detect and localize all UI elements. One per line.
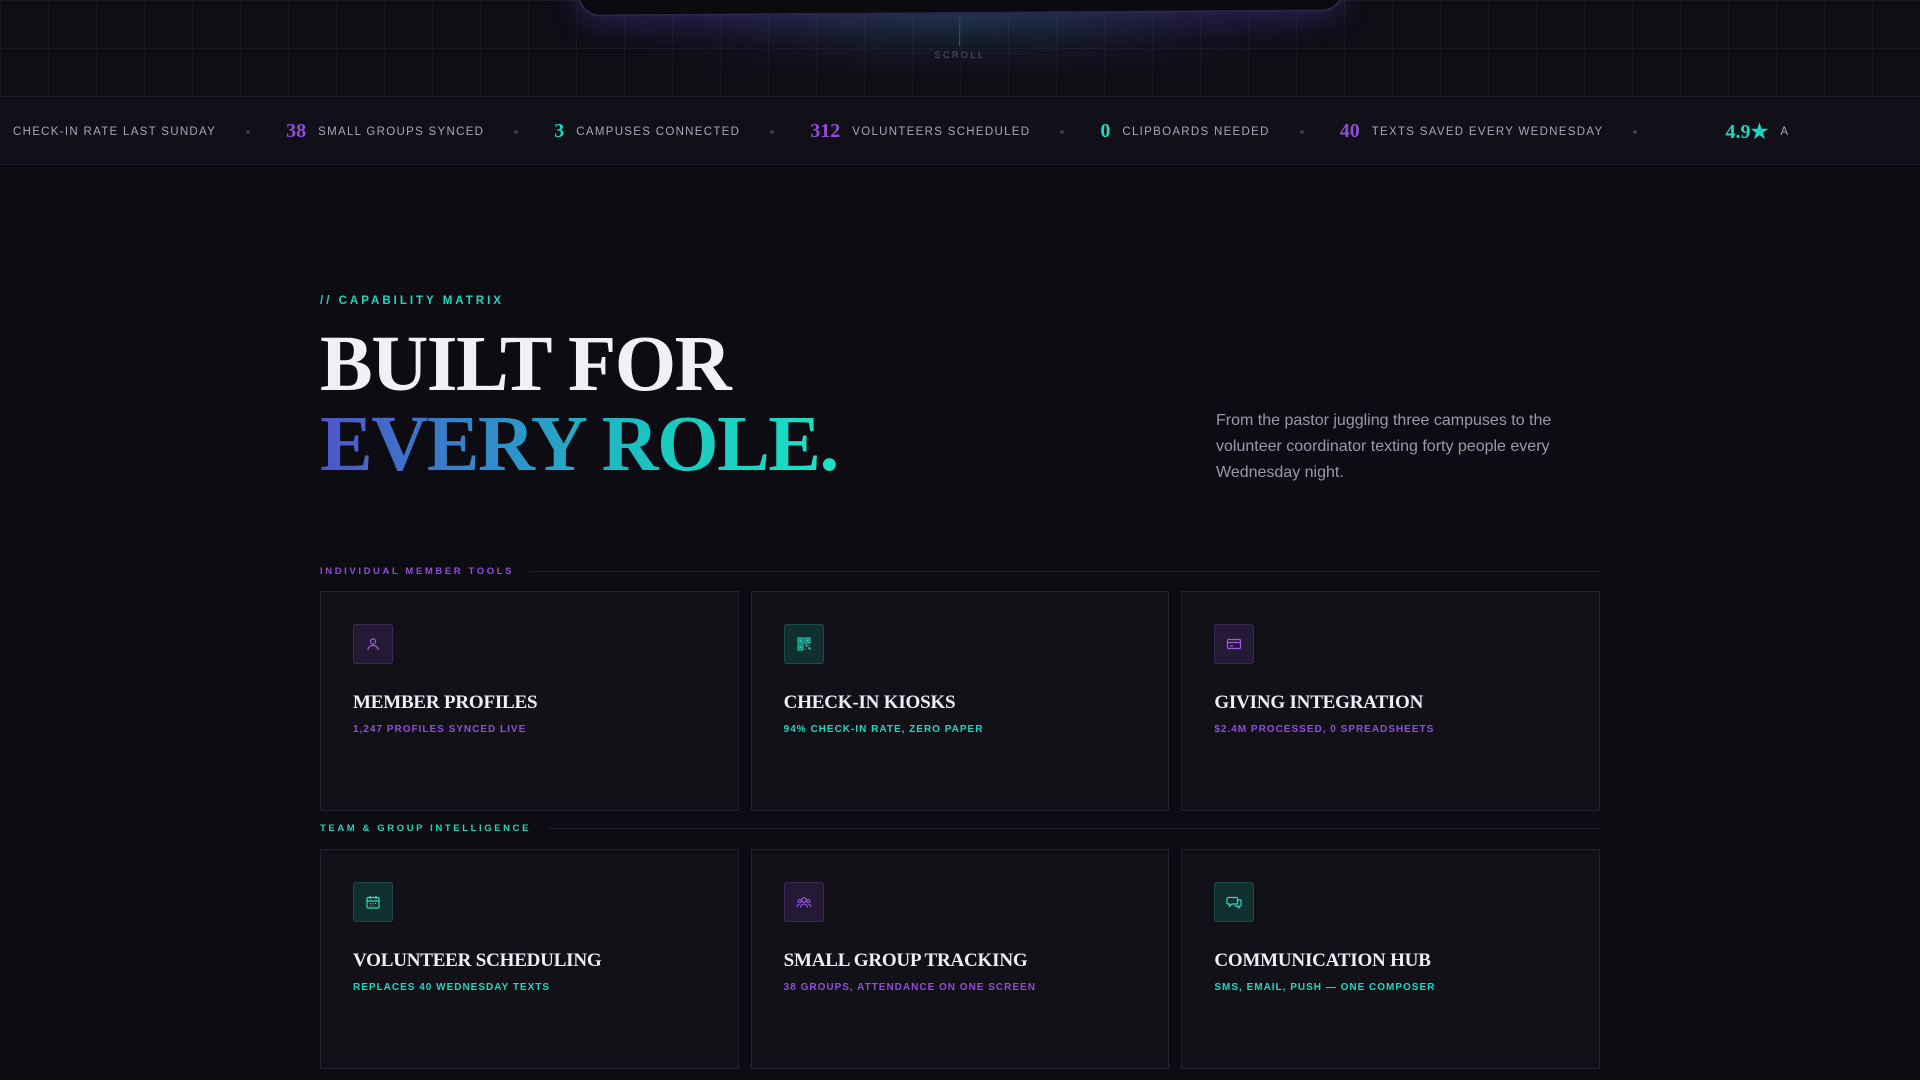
ticker-separator (246, 129, 251, 134)
card-row-member-tools: MEMBER PROFILES 1,247 PROFILES SYNCED LI… (320, 591, 1601, 811)
card-stat: 94% CHECK-IN RATE, ZERO PAPER (783, 724, 984, 735)
card-title: VOLUNTEER SCHEDULING (353, 950, 602, 971)
ticker-item: 3 CAMPUSES CONNECTED (554, 97, 810, 164)
ticker-separator (514, 129, 519, 134)
card-title: SMALL GROUP TRACKING (783, 950, 1028, 971)
card-title: MEMBER PROFILES (353, 692, 538, 713)
user-icon (353, 624, 393, 664)
chat-bubbles-icon (1214, 882, 1255, 922)
group-divider (530, 571, 1600, 572)
ticker-track: CHECK-IN RATE LAST SUNDAY 38 SMALL GROUP… (13, 97, 1790, 164)
scroll-indicator-line (959, 10, 960, 46)
ticker-number: 4.9★ (1725, 121, 1769, 143)
ticker-number: 312 (810, 120, 841, 142)
section-eyebrow: // CAPABILITY MATRIX (320, 295, 504, 307)
ticker-item: 40 TEXTS SAVED EVERY WEDNESDAY (1339, 97, 1674, 164)
feature-card-volunteer-scheduling[interactable]: VOLUNTEER SCHEDULING REPLACES 40 WEDNESD… (320, 849, 739, 1069)
ticker-label: CLIPBOARDS NEEDED (1122, 125, 1270, 138)
qr-code-icon (783, 624, 824, 664)
section-headline: BUILT FOR EVERY ROLE. (320, 321, 839, 488)
card-title: GIVING INTEGRATION (1214, 692, 1424, 713)
group-label-team-intelligence: TEAM & GROUP INTELLIGENCE (320, 823, 1600, 834)
ticker-number: 38 (286, 120, 307, 142)
feature-card-check-in-kiosks[interactable]: CHECK-IN KIOSKS 94% CHECK-IN RATE, ZERO … (750, 591, 1170, 811)
ticker-label: CAMPUSES CONNECTED (576, 125, 741, 138)
hero-bottom: SCROLL (0, 0, 1920, 96)
ticker-number: 0 (1100, 120, 1111, 142)
card-row-team-intelligence: VOLUNTEER SCHEDULING REPLACES 40 WEDNESD… (320, 849, 1601, 1069)
group-icon (783, 882, 824, 922)
ticker-number: 3 (554, 120, 565, 142)
ticker-label: CHECK-IN RATE LAST SUNDAY (13, 125, 217, 138)
card-stat: REPLACES 40 WEDNESDAY TEXTS (353, 982, 551, 993)
ticker-number: 40 (1339, 120, 1360, 142)
ticker-separator (770, 129, 775, 134)
card-stat: SMS, EMAIL, PUSH — ONE COMPOSER (1214, 982, 1436, 993)
ticker-label: A (1780, 125, 1790, 138)
ticker-item: 4.9★ A (1673, 97, 1790, 164)
headline-line-2: EVERY ROLE. (320, 401, 839, 488)
ticker-item: 38 SMALL GROUPS SYNCED (286, 97, 554, 164)
ticker-separator (1299, 129, 1304, 134)
feature-card-giving-integration[interactable]: GIVING INTEGRATION $2.4M PROCESSED, 0 SP… (1181, 591, 1601, 811)
group-divider (547, 828, 1600, 829)
card-stat: 1,247 PROFILES SYNCED LIVE (353, 724, 527, 735)
ticker-item: CHECK-IN RATE LAST SUNDAY (13, 97, 286, 164)
card-stat: 38 GROUPS, ATTENDANCE ON ONE SCREEN (783, 982, 1036, 993)
group-label-text: TEAM & GROUP INTELLIGENCE (320, 823, 532, 834)
ticker-item: 312 VOLUNTEERS SCHEDULED (810, 97, 1100, 164)
ticker-label: SMALL GROUPS SYNCED (318, 125, 485, 138)
ticker-item: 0 CLIPBOARDS NEEDED (1100, 97, 1339, 164)
calendar-icon (353, 882, 393, 922)
scroll-indicator-label[interactable]: SCROLL (0, 50, 1920, 60)
ticker-label: TEXTS SAVED EVERY WEDNESDAY (1371, 125, 1604, 138)
feature-card-member-profiles[interactable]: MEMBER PROFILES 1,247 PROFILES SYNCED LI… (320, 591, 739, 811)
ticker-label: VOLUNTEERS SCHEDULED (852, 125, 1031, 138)
credit-card-icon (1214, 624, 1255, 664)
ticker-separator (1633, 129, 1638, 134)
group-label-text: INDIVIDUAL MEMBER TOOLS (320, 566, 515, 577)
feature-card-small-group-tracking[interactable]: SMALL GROUP TRACKING 38 GROUPS, ATTENDAN… (750, 849, 1170, 1069)
ticker-separator (1060, 129, 1065, 134)
stats-ticker: CHECK-IN RATE LAST SUNDAY 38 SMALL GROUP… (0, 96, 1920, 165)
group-label-member-tools: INDIVIDUAL MEMBER TOOLS (320, 566, 1600, 577)
card-title: COMMUNICATION HUB (1214, 950, 1431, 971)
card-title: CHECK-IN KIOSKS (783, 692, 956, 713)
card-stat: $2.4M PROCESSED, 0 SPREADSHEETS (1214, 724, 1435, 735)
section-lede: From the pastor juggling three campuses … (1216, 412, 1552, 481)
feature-card-communication-hub[interactable]: COMMUNICATION HUB SMS, EMAIL, PUSH — ONE… (1181, 849, 1601, 1069)
headline-line-1: BUILT FOR (320, 321, 732, 408)
